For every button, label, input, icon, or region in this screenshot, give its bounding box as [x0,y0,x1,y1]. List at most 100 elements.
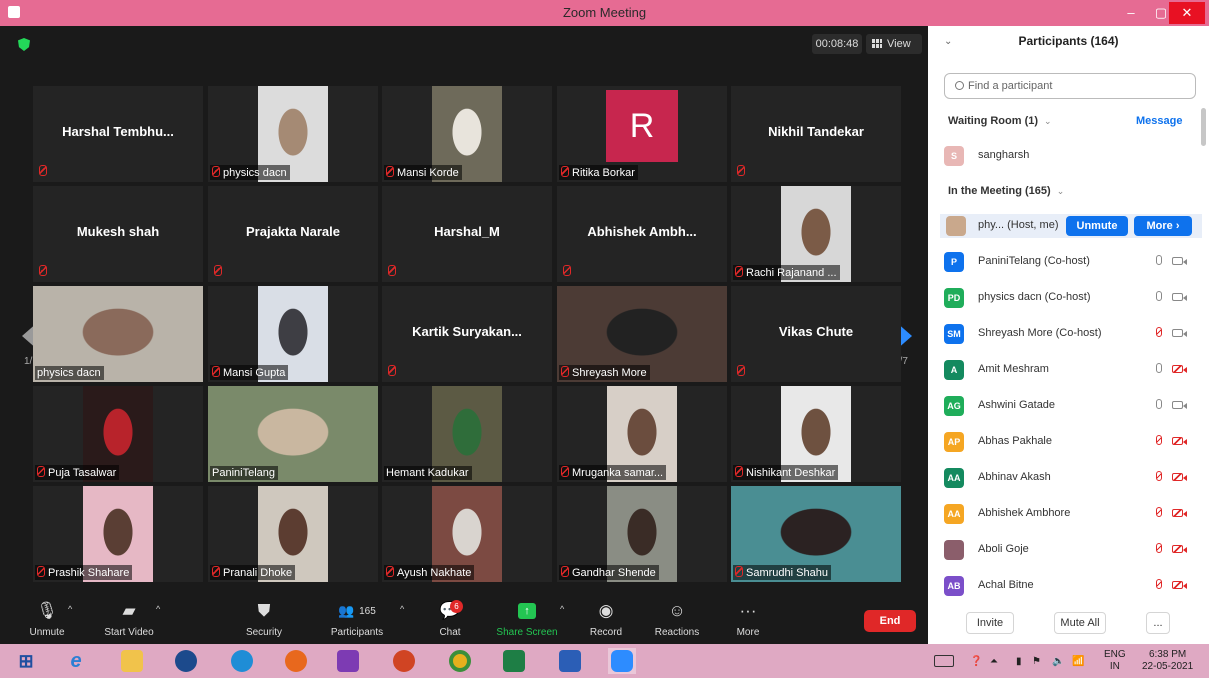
mute-all-button[interactable]: Mute All [1054,612,1106,634]
start-video-button[interactable]: ▰ Start Video ^ [98,600,160,638]
video-tile[interactable]: Rachi Rajanand ... [731,186,901,282]
video-tile[interactable]: Abhishek Ambh... [557,186,727,282]
participant-name: Nishikant Deshkar [746,467,836,479]
video-tile[interactable]: Hemant Kadukar [382,386,552,482]
video-tile[interactable]: Nikhil Tandekar [731,86,901,182]
encryption-shield-icon[interactable] [18,38,30,51]
mic-icon [1156,255,1162,265]
participant-label: Mruganka samar... [559,465,667,480]
view-label: View [887,38,911,50]
video-tile[interactable]: Shreyash More [557,286,727,382]
participants-button[interactable]: 👥 165 Participants ^ [326,600,404,638]
video-tile[interactable]: Samrudhi Shahu [731,486,901,582]
share-options-caret[interactable]: ^ [560,604,564,614]
onenote-taskbar[interactable] [334,648,362,674]
video-tile[interactable]: Harshal Tembhu... [33,86,203,182]
region-code: IN [1109,661,1120,672]
unmute-self-button[interactable]: Unmute [1066,216,1128,236]
video-tile[interactable]: Harshal_M [382,186,552,282]
waiting-participant-row[interactable]: S sangharsh [944,144,1198,168]
video-tile[interactable]: Ayush Nakhate [382,486,552,582]
view-button[interactable]: View [866,34,922,54]
start-button[interactable]: ⊞ [12,648,40,674]
panel-scrollbar[interactable] [1201,108,1206,146]
participant-avatar: R [606,90,678,162]
video-tile[interactable]: Kartik Suryakan... [382,286,552,382]
powerpoint-taskbar[interactable] [390,648,418,674]
host-participant-row[interactable]: phy... (Host, me) Unmute More › [940,214,1202,238]
video-tile[interactable]: physics dacn [33,286,203,382]
chat-button[interactable]: 💬 6 Chat [430,600,470,638]
network-icon[interactable]: ⚑ [1032,656,1041,667]
video-tile[interactable]: Gandhar Shende [557,486,727,582]
participant-row[interactable]: AB Achal Bitne [944,574,1198,598]
participant-row[interactable]: AA Abhinav Akash [944,466,1198,490]
in-meeting-toggle[interactable]: In the Meeting (165) ⌄ [948,185,1064,197]
more-button[interactable]: ··· More [730,600,766,638]
tray-expand-icon[interactable]: ⏶ [990,656,998,667]
waiting-room-toggle[interactable]: Waiting Room (1) ⌄ [948,115,1052,127]
unmute-button[interactable]: 🎙 Unmute ^ [22,600,72,638]
participant-name: Vikas Chute [778,324,854,339]
muted-mic-icon [735,566,743,577]
volume-icon[interactable]: 🔈 [1052,656,1064,667]
participant-search-input[interactable]: Find a participant [944,73,1196,99]
participant-name: Rachi Rajanand ... [746,267,837,279]
language-indicator[interactable]: ENG IN [1104,649,1126,673]
participants-count: 165 [359,605,376,617]
close-button[interactable]: ✕ [1169,2,1205,24]
file-explorer-taskbar[interactable] [118,648,146,674]
end-meeting-button[interactable]: End [864,610,916,632]
panel-more-button[interactable]: ... [1146,612,1170,634]
participant-row[interactable]: AA Abhishek Ambhore [944,502,1198,526]
message-waiting-room-link[interactable]: Message [1136,115,1182,127]
signal-icon[interactable]: 📶 [1072,656,1084,667]
hp-taskbar[interactable] [172,648,200,674]
word-taskbar[interactable] [556,648,584,674]
excel-taskbar[interactable] [500,648,528,674]
video-tile[interactable]: Mansi Gupta [208,286,378,382]
record-button[interactable]: ◉ Record [584,600,628,638]
minimize-button[interactable]: – [1116,2,1146,24]
video-tile[interactable]: Nishikant Deshkar [731,386,901,482]
video-tile[interactable]: Pranali Dhoke [208,486,378,582]
keyboard-icon[interactable] [934,655,954,667]
participant-row[interactable]: A Amit Meshram [944,358,1198,382]
share-screen-button[interactable]: ↑ Share Screen ^ [494,600,564,638]
waiting-participant-name: sangharsh [978,149,1030,161]
participant-row[interactable]: Aboli Goje [944,538,1198,562]
help-icon[interactable]: ❓ [970,656,982,667]
video-tile[interactable]: R Ritika Borkar [557,86,727,182]
video-tile[interactable]: Mansi Korde [382,86,552,182]
video-options-caret[interactable]: ^ [156,604,160,614]
invite-button[interactable]: Invite [966,612,1014,634]
video-tile[interactable]: Prajakta Narale [208,186,378,282]
video-tile[interactable]: physics dacn [208,86,378,182]
clock[interactable]: 6:38 PM 22-05-2021 [1142,649,1193,673]
more-options-button[interactable]: More › [1134,216,1192,236]
video-tile[interactable]: PaniniTelang [208,386,378,482]
battery-icon[interactable]: ▮ [1016,656,1022,667]
zoom-taskbar[interactable] [608,648,636,674]
edge-taskbar[interactable] [228,648,256,674]
video-tile[interactable]: Mruganka samar... [557,386,727,482]
participant-name: PaniniTelang [212,467,275,479]
participant-row[interactable]: AG Ashwini Gatade [944,394,1198,418]
audio-options-caret[interactable]: ^ [68,604,72,614]
internet-explorer-taskbar[interactable]: e [62,648,90,674]
participant-row[interactable]: SM Shreyash More (Co-host) [944,322,1198,346]
reactions-button[interactable]: ☺ Reactions [650,600,704,638]
chrome-taskbar[interactable] [446,648,474,674]
firefox-taskbar[interactable] [282,648,310,674]
video-tile[interactable]: Vikas Chute [731,286,901,382]
participant-row[interactable]: PD physics dacn (Co-host) [944,286,1198,310]
participant-row[interactable]: AP Abhas Pakhale [944,430,1198,454]
security-button[interactable]: ⛊ Security [238,600,290,638]
video-tile[interactable]: Prashik Shahare [33,486,203,582]
participant-row[interactable]: P PaniniTelang (Co-host) [944,250,1198,274]
muted-mic-icon [737,365,745,376]
video-tile[interactable]: Mukesh shah [33,186,203,282]
participant-avatar: AP [944,432,964,452]
video-tile[interactable]: Puja Tasalwar [33,386,203,482]
participants-caret[interactable]: ^ [400,604,404,614]
